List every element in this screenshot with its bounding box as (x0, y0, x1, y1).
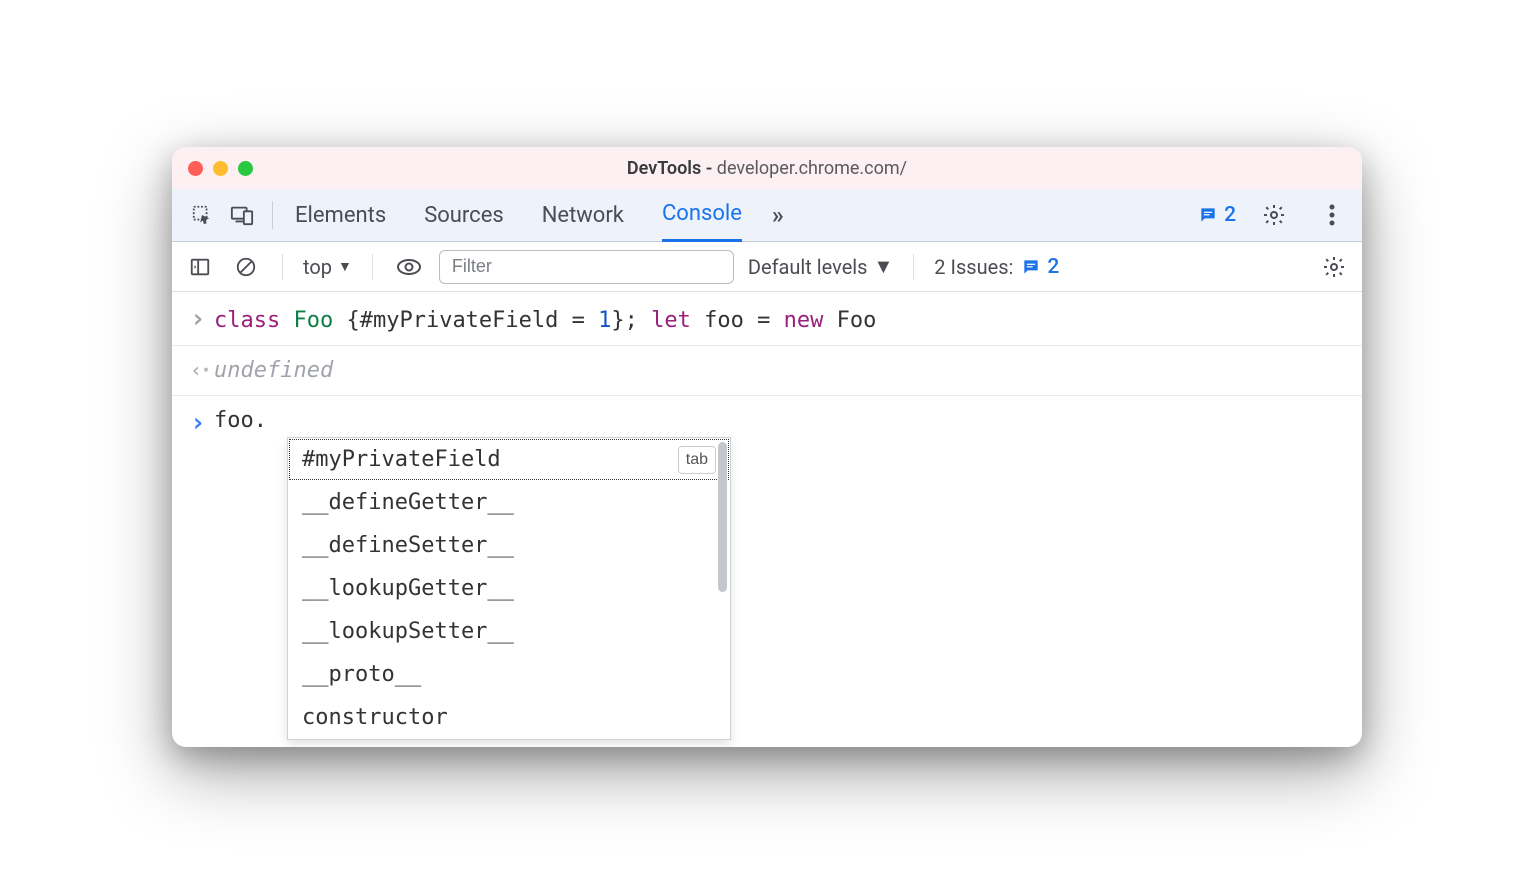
more-tabs-icon[interactable]: » (772, 201, 784, 229)
chevron-down-icon: ▼ (338, 258, 352, 275)
autocomplete-label: __defineGetter__ (302, 486, 514, 519)
tab-sources[interactable]: Sources (424, 189, 504, 242)
issues-indicator[interactable]: 2 Issues: 2 (934, 255, 1059, 279)
sidebar-toggle-icon[interactable] (184, 251, 216, 283)
autocomplete-popup: #myPrivateField tab __defineGetter__ __defi… (287, 437, 731, 740)
levels-label: Default levels (748, 255, 868, 279)
chat-issues-badge[interactable]: 2 (1198, 203, 1236, 227)
live-prompt-icon (190, 404, 214, 443)
window-title: DevTools - developer.chrome.com/ (627, 158, 907, 179)
devtools-tabbar: Elements Sources Network Console » 2 (172, 189, 1362, 242)
autocomplete-item[interactable]: __proto__ (288, 653, 730, 696)
scrollbar[interactable] (718, 442, 727, 592)
autocomplete-item[interactable]: __defineSetter__ (288, 524, 730, 567)
autocomplete-item[interactable]: __defineGetter__ (288, 481, 730, 524)
minimize-icon[interactable] (213, 161, 228, 176)
autocomplete-item[interactable]: __lookupSetter__ (288, 610, 730, 653)
autocomplete-list[interactable]: #myPrivateField tab __defineGetter__ __defi… (287, 437, 731, 740)
console-toolbar: top ▼ Default levels ▼ 2 Issues: 2 (172, 242, 1362, 292)
live-expression-icon[interactable] (393, 251, 425, 283)
maximize-icon[interactable] (238, 161, 253, 176)
autocomplete-label: __proto__ (302, 658, 421, 691)
more-menu-icon[interactable] (1312, 195, 1352, 235)
console-code-line[interactable]: class Foo {#myPrivateField = 1}; let foo… (214, 304, 876, 337)
console-settings-icon[interactable] (1318, 251, 1350, 283)
issues-label: 2 Issues: (934, 255, 1013, 279)
console-output-row: undefined (172, 346, 1362, 395)
console-input-row: class Foo {#myPrivateField = 1}; let foo… (172, 296, 1362, 345)
autocomplete-label: constructor (302, 701, 448, 734)
tab-network[interactable]: Network (542, 189, 624, 242)
input-prompt-icon (190, 304, 214, 337)
traffic-lights (188, 161, 253, 176)
output-prompt-icon (190, 354, 214, 387)
title-host: developer.chrome.com/ (717, 158, 907, 179)
context-selector[interactable]: top ▼ (303, 255, 352, 279)
autocomplete-label: __lookupGetter__ (302, 572, 514, 605)
issues-count: 2 (1047, 255, 1059, 279)
autocomplete-item[interactable]: #myPrivateField tab (288, 438, 730, 481)
filter-input[interactable] (439, 250, 734, 284)
tab-hint: tab (678, 446, 716, 474)
chat-count-value: 2 (1224, 203, 1236, 227)
autocomplete-label: __lookupSetter__ (302, 615, 514, 648)
close-icon[interactable] (188, 161, 203, 176)
autocomplete-item[interactable]: constructor (288, 696, 730, 739)
autocomplete-label: #myPrivateField (302, 443, 501, 476)
autocomplete-item[interactable]: __lookupGetter__ (288, 567, 730, 610)
device-toggle-icon[interactable] (222, 195, 262, 235)
window-titlebar: DevTools - developer.chrome.com/ (172, 147, 1362, 189)
context-label: top (303, 255, 332, 279)
inspect-element-icon[interactable] (182, 195, 222, 235)
console-result: undefined (214, 354, 333, 387)
chevron-down-icon: ▼ (874, 254, 894, 279)
panel-tabs: Elements Sources Network Console (295, 189, 742, 242)
clear-console-icon[interactable] (230, 251, 262, 283)
devtools-window: DevTools - developer.chrome.com/ Element… (172, 147, 1362, 747)
log-levels-selector[interactable]: Default levels ▼ (748, 254, 893, 279)
autocomplete-label: __defineSetter__ (302, 529, 514, 562)
console-live-input[interactable]: foo. (214, 404, 267, 437)
tab-console[interactable]: Console (662, 189, 742, 242)
settings-icon[interactable] (1254, 195, 1294, 235)
tab-elements[interactable]: Elements (295, 189, 386, 242)
title-prefix: DevTools - (627, 158, 717, 179)
console-body: class Foo {#myPrivateField = 1}; let foo… (172, 292, 1362, 747)
